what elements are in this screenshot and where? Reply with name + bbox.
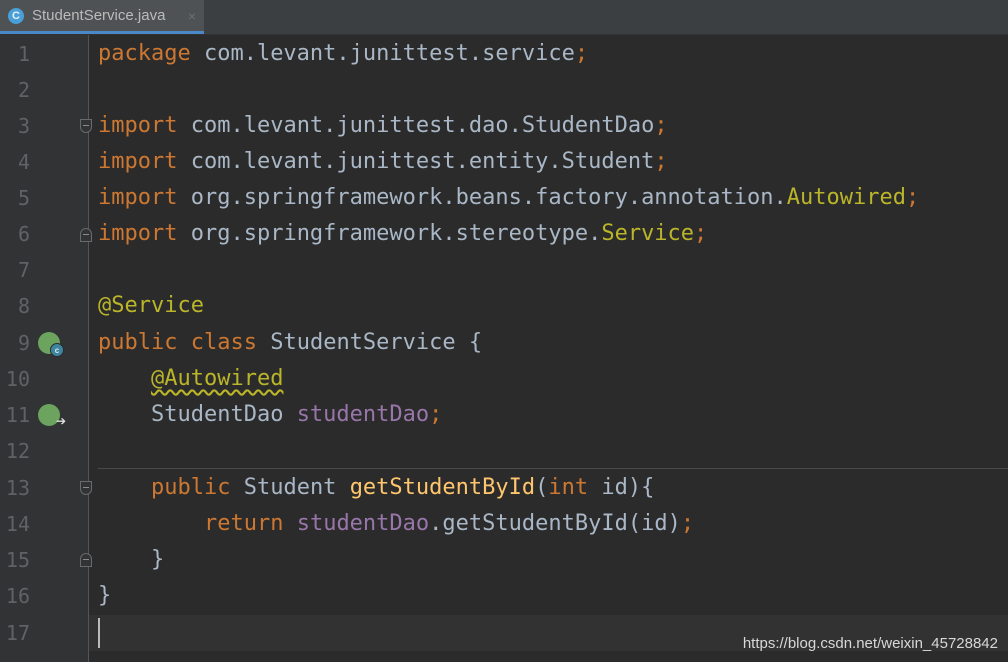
line-number: 10 <box>5 367 30 391</box>
line-number: 1 <box>17 42 30 66</box>
return-type: Student <box>230 475 350 500</box>
keyword: import <box>98 149 178 174</box>
line-number: 6 <box>17 222 30 246</box>
semicolon: ; <box>574 41 589 66</box>
line-number: 14 <box>5 512 30 536</box>
code-line-15: } <box>98 542 164 578</box>
spring-autowired-icon[interactable]: ➔ <box>38 404 66 428</box>
editor-tab-bar: C StudentService.java × <box>0 0 1008 35</box>
code-line-3: import com.levant.junittest.dao.StudentD… <box>98 108 668 144</box>
annotation-class: Autowired <box>786 185 906 210</box>
closing-brace: } <box>150 547 165 572</box>
import-path: com.levant.junittest.entity.Student <box>177 149 655 174</box>
line-number: 16 <box>5 584 30 608</box>
code-line-13: public Student getStudentById(int id){ <box>98 470 654 506</box>
class-badge-icon: c <box>50 343 64 357</box>
keyword: public <box>150 475 231 500</box>
keyword: public <box>98 330 178 355</box>
keyword: package <box>98 41 191 66</box>
line-number: 11 <box>5 403 30 427</box>
method-name: getStudentById <box>349 475 536 500</box>
keyword: class <box>190 330 257 355</box>
method-separator <box>98 468 1008 469</box>
semicolon: ; <box>429 402 443 427</box>
annotation: @Service <box>98 293 204 318</box>
text-caret <box>98 618 100 648</box>
tab-label: StudentService.java <box>32 7 166 24</box>
semicolon: ; <box>694 221 708 246</box>
line-number: 17 <box>5 621 30 645</box>
import-path: com.levant.junittest.dao.StudentDao <box>177 113 655 138</box>
navigate-arrow-icon: ➔ <box>55 414 66 428</box>
tab-student-service[interactable]: C StudentService.java × <box>0 0 204 34</box>
keyword: import <box>98 185 178 210</box>
import-path: org.springframework.stereotype. <box>177 221 602 246</box>
param: id){ <box>588 475 655 500</box>
package-name: com.levant.junittest.service <box>190 41 575 66</box>
field-name: studentDao <box>296 511 430 536</box>
line-number: 3 <box>17 114 30 138</box>
closing-brace: } <box>98 583 112 608</box>
keyword: import <box>98 221 178 246</box>
close-tab-icon[interactable]: × <box>188 8 196 24</box>
line-number: 7 <box>17 258 30 282</box>
code-line-14: return studentDao.getStudentById(id); <box>98 506 694 542</box>
line-number: 4 <box>17 150 30 174</box>
keyword: import <box>98 113 178 138</box>
ide-window: C StudentService.java × 1 2 3 4 5 6 7 8 … <box>0 0 1008 662</box>
watermark-url: https://blog.csdn.net/weixin_45728842 <box>742 635 998 652</box>
semicolon: ; <box>654 113 668 138</box>
line-number: 5 <box>17 186 30 210</box>
code-line-4: import com.levant.junittest.entity.Stude… <box>98 144 668 180</box>
annotation-warning: @Autowired <box>150 366 284 391</box>
java-class-icon: C <box>8 7 24 24</box>
spring-bean-icon[interactable]: c <box>38 332 64 357</box>
semicolon: ; <box>680 511 695 536</box>
code-editor[interactable]: package com.levant.junittest.service; im… <box>89 35 1008 662</box>
code-line-6: import org.springframework.stereotype.Se… <box>98 216 707 252</box>
code-line-5: import org.springframework.beans.factory… <box>98 180 919 216</box>
code-line-11: StudentDao studentDao; <box>98 397 442 433</box>
line-number: 8 <box>17 294 30 318</box>
line-number: 2 <box>17 78 30 102</box>
code-line-8: @Service <box>98 288 204 324</box>
line-number-gutter: 1 2 3 4 5 6 7 8 9 10 11 12 13 14 15 16 1… <box>0 35 92 662</box>
semicolon: ; <box>905 185 920 210</box>
line-number: 9 <box>17 331 30 355</box>
keyword: int <box>548 475 589 500</box>
code-line-16: } <box>98 578 111 614</box>
import-path: org.springframework.beans.factory.annota… <box>177 185 787 210</box>
field-type: StudentDao <box>150 402 297 427</box>
method-call: .getStudentById(id) <box>429 511 681 536</box>
line-number: 12 <box>5 439 30 463</box>
paren: ( <box>535 475 549 500</box>
line-number: 13 <box>5 476 30 500</box>
keyword: return <box>203 511 284 536</box>
line-number: 15 <box>5 548 30 572</box>
annotation-class: Service <box>601 221 695 246</box>
code-line-1: package com.levant.junittest.service; <box>98 36 588 72</box>
class-declaration: StudentService { <box>256 330 483 355</box>
code-line-9: public class StudentService { <box>98 325 482 361</box>
code-line-10: @Autowired <box>98 361 283 397</box>
field-name: studentDao <box>296 402 430 427</box>
semicolon: ; <box>654 149 668 174</box>
